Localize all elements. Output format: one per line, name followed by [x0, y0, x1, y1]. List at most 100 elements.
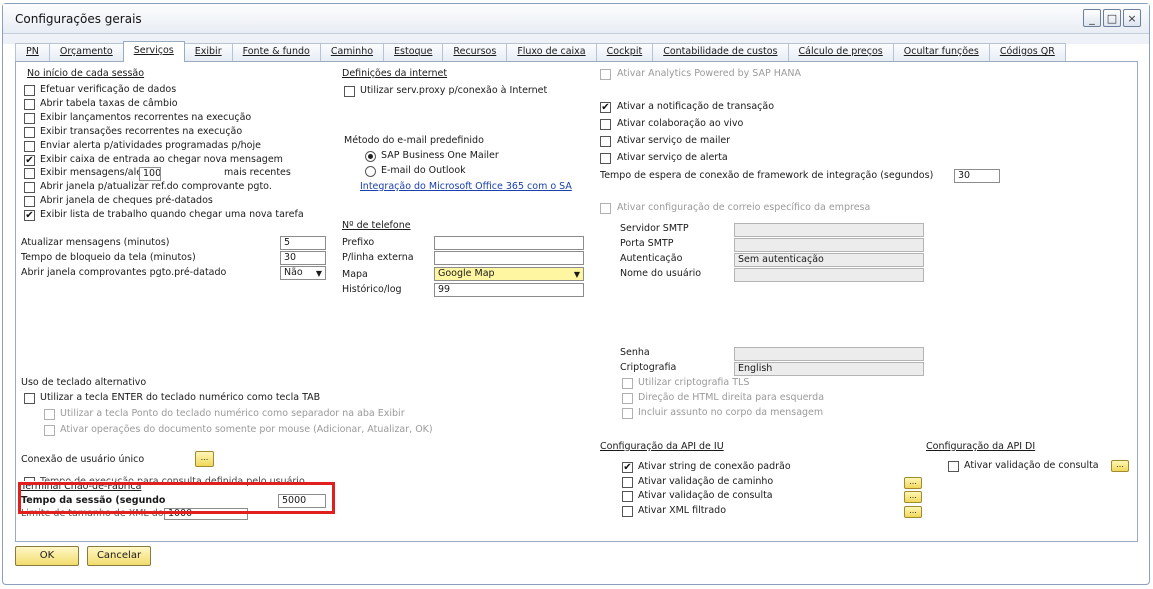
tab-exibir[interactable]: Exibir [183, 43, 233, 62]
crypto-select[interactable]: English [734, 362, 924, 376]
startup-checkbox[interactable] [24, 182, 35, 194]
cancel-button[interactable]: Cancelar [87, 546, 151, 566]
alert-service-label: Ativar serviço de alerta [617, 152, 728, 163]
map-select[interactable]: Google Map ▼ [434, 267, 584, 281]
notification-checkbox[interactable]: ✔ [600, 102, 611, 113]
tls-checkbox[interactable] [622, 378, 633, 389]
subject-label: Incluir assunto no corpo da mensagem [638, 407, 824, 418]
smtp-server-input[interactable] [734, 223, 924, 237]
password-input[interactable] [734, 347, 924, 361]
message-count-input[interactable]: 100 [139, 167, 161, 182]
mouse-only-checkbox[interactable] [44, 425, 55, 436]
startup-item-label: Abrir janela de cheques pré-datados [40, 195, 213, 207]
startup-item-label: Enviar alerta p/atividades programadas p… [40, 139, 261, 151]
maximize-button[interactable]: □ [1103, 9, 1121, 27]
tab-c-lculo-de-pre-os[interactable]: Cálculo de preços [787, 43, 894, 62]
tab-pn[interactable]: PN [15, 43, 50, 62]
api-ui-item-label: Ativar validação de caminho [638, 475, 774, 487]
tab-or-amento[interactable]: Orçamento [48, 43, 124, 62]
startup-checkbox[interactable] [24, 196, 35, 208]
email-header: Método do e-mail predefinido [344, 135, 484, 146]
radio-outlook-label: E-mail do Outlook [381, 165, 466, 176]
framework-timeout-label: Tempo de espera de conexão de framework … [600, 170, 934, 181]
screen-lock-input[interactable]: 30 [280, 251, 326, 265]
collaboration-checkbox[interactable] [600, 119, 611, 130]
update-messages-label: Atualizar mensagens (minutos) [21, 237, 170, 248]
startup-checkbox[interactable] [24, 140, 35, 152]
ok-button[interactable]: OK [15, 546, 79, 566]
api-ui-item-label: Ativar string de conexão padrão [638, 461, 791, 472]
framework-timeout-input[interactable]: 30 [954, 169, 1000, 183]
startup-checkbox[interactable] [24, 112, 35, 124]
proxy-checkbox[interactable] [344, 86, 355, 97]
enter-tab-label: Utilizar a tecla ENTER do teclado numéri… [40, 392, 321, 403]
startup-checkbox[interactable] [24, 85, 35, 96]
rtl-checkbox[interactable] [622, 393, 633, 404]
close-button[interactable]: × [1123, 9, 1141, 27]
open-postdated-value: Não [284, 267, 303, 278]
external-line-input[interactable] [434, 251, 584, 265]
dot-separator-checkbox[interactable] [44, 409, 55, 420]
rtl-label: Direção de HTML direita para esquerda [638, 392, 825, 403]
di-query-validation-button[interactable]: ... [1111, 460, 1129, 472]
tab-ocultar-fun-es[interactable]: Ocultar funções [892, 43, 990, 62]
title-bar[interactable]: Configurações gerais _ □ × [3, 4, 1149, 34]
startup-checkbox[interactable] [24, 98, 35, 110]
mailer-service-checkbox[interactable] [600, 136, 611, 147]
office365-link[interactable]: Integração do Microsoft Office 365 com o… [360, 181, 572, 192]
settings-window: Configurações gerais _ □ × PN Orçamento Se… [2, 3, 1150, 585]
di-query-validation-checkbox[interactable] [948, 461, 959, 472]
smtp-port-input[interactable] [734, 238, 924, 252]
sso-button[interactable]: ... [195, 451, 214, 467]
alert-service-checkbox[interactable] [600, 153, 611, 164]
tab-contabilidade-de-custos[interactable]: Contabilidade de custos [652, 43, 789, 62]
api-ui-checkbox[interactable]: ✔ [622, 462, 633, 473]
analytics-checkbox[interactable] [600, 69, 611, 80]
prefix-input[interactable] [434, 236, 584, 250]
tab-estoque[interactable]: Estoque [383, 43, 444, 62]
api-ui-item-label: Ativar XML filtrado [638, 504, 727, 516]
window-controls: _ □ × [1083, 9, 1141, 27]
startup-item-label: Exibir lançamentos recorrentes na execuç… [40, 111, 252, 123]
window-title: Configurações gerais [15, 12, 142, 26]
startup-checkbox[interactable] [24, 168, 35, 180]
open-postdated-select[interactable]: Não ▼ [280, 266, 326, 280]
startup-checkbox[interactable]: ✔ [24, 154, 35, 166]
tab-fonte-fundo[interactable]: Fonte & fundo [231, 43, 321, 62]
tab-servi-os[interactable]: Serviços [122, 41, 185, 62]
analytics-label: Ativar Analytics Powered by SAP HANA [617, 68, 802, 79]
username-input[interactable] [734, 268, 924, 282]
minimize-button[interactable]: _ [1083, 9, 1101, 27]
subject-checkbox[interactable] [622, 408, 633, 419]
tab-fluxo-de-caixa[interactable]: Fluxo de caixa [506, 43, 597, 62]
radio-sap-mailer[interactable] [365, 151, 376, 162]
company-mail-checkbox[interactable] [600, 203, 611, 214]
tab-cockpit[interactable]: Cockpit [595, 43, 654, 62]
notification-label: Ativar a notificação de transação [617, 101, 775, 112]
startup-checkbox[interactable]: ✔ [24, 210, 35, 222]
api-ui-item-button[interactable]: ... [904, 476, 922, 489]
api-ui-item-button[interactable]: ... [904, 491, 922, 503]
startup-header: No início de cada sessão [27, 68, 145, 79]
enter-tab-checkbox[interactable] [24, 393, 35, 404]
tab-c-digos-qr[interactable]: Códigos QR [988, 43, 1066, 62]
startup-checkbox[interactable] [24, 126, 35, 138]
sso-label: Conexão de usuário único [21, 454, 145, 465]
api-ui-item-button[interactable]: ... [904, 505, 922, 518]
history-label: Histórico/log [342, 284, 402, 295]
tab-recursos[interactable]: Recursos [442, 43, 508, 62]
startup-item-label: Abrir janela p/atualizar ref.do comprova… [40, 181, 272, 193]
api-ui-checkbox[interactable] [622, 476, 633, 488]
api-ui-checkbox[interactable] [622, 491, 633, 502]
tab-caminho[interactable]: Caminho [319, 43, 385, 62]
mailer-service-label: Ativar serviço de mailer [617, 135, 731, 146]
radio-outlook[interactable] [365, 166, 376, 177]
startup-item-label: Exibir mensagens/aler [40, 167, 147, 179]
api-ui-checkbox[interactable] [622, 505, 633, 517]
update-messages-input[interactable]: 5 [280, 236, 326, 250]
api-ui-header: Configuração da API de IU [600, 441, 724, 452]
auth-select[interactable]: Sem autenticação [734, 253, 924, 267]
startup-item-label: Efetuar verificação de dados [40, 84, 177, 95]
history-input[interactable]: 99 [434, 283, 584, 297]
startup-item-label: Exibir caixa de entrada ao chegar nova m… [40, 153, 283, 165]
